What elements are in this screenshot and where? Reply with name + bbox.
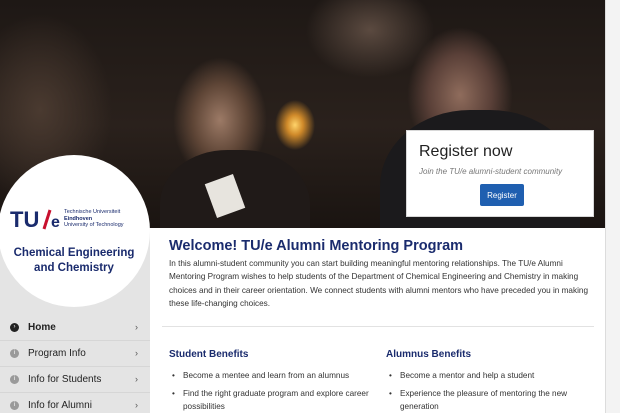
list-item: Become a mentee and learn from an alumnu…: [171, 369, 371, 382]
chevron-right-icon: ›: [135, 374, 138, 384]
info-icon: i: [10, 401, 19, 410]
chevron-right-icon: ›: [135, 348, 138, 358]
student-benefits-list: Become a mentee and learn from an alumnu…: [171, 369, 371, 413]
nav-item-label: Info for Students: [28, 374, 102, 385]
chevron-right-icon: ›: [135, 400, 138, 410]
alumnus-benefits-title: Alumnus Benefits: [386, 349, 472, 360]
section-divider: [162, 326, 594, 327]
intro-paragraph: In this alumni-student community you can…: [169, 259, 589, 308]
university-line-3: University of Technology: [64, 222, 124, 228]
nav-item-info-for-students[interactable]: i Info for Students ›: [0, 367, 150, 393]
list-item: Become a mentor and help a student: [388, 369, 588, 382]
main-content: Welcome! TU/e Alumni Mentoring Program I…: [150, 228, 605, 413]
nav-item-program-info[interactable]: i Program Info ›: [0, 341, 150, 367]
page-scrollbar[interactable]: [605, 0, 620, 413]
university-line-1: Technische Universiteit: [64, 209, 121, 215]
chevron-right-icon: ›: [135, 322, 138, 332]
department-name: Chemical Engineering and Chemistry: [13, 247, 135, 274]
svg-text:e: e: [51, 214, 60, 231]
department-logo[interactable]: TU e Technische Universiteit Eindhoven U…: [0, 155, 150, 307]
register-subtitle: Join the TU/e alumni-student community: [419, 167, 563, 176]
circle-arrow-icon: ›: [10, 323, 19, 332]
register-button[interactable]: Register: [480, 184, 524, 206]
register-card: Register now Join the TU/e alumni-studen…: [406, 130, 594, 217]
page-title: Welcome! TU/e Alumni Mentoring Program: [169, 238, 464, 254]
register-title: Register now: [419, 143, 513, 160]
nav-item-label: Info for Alumni: [28, 400, 92, 411]
info-icon: i: [10, 349, 19, 358]
svg-text:TU: TU: [10, 207, 39, 231]
list-item: Find the right graduate program and expl…: [171, 387, 371, 413]
info-icon: i: [10, 375, 19, 384]
tue-logo-icon: TU e: [10, 207, 60, 231]
student-benefits-title: Student Benefits: [169, 349, 249, 360]
university-name: Technische Universiteit Eindhoven Univer…: [64, 209, 124, 229]
sidebar-nav: › Home › i Program Info › i Info for Stu…: [0, 315, 150, 413]
list-item: Experience the pleasure of mentoring the…: [388, 387, 588, 413]
nav-item-home[interactable]: › Home ›: [0, 315, 150, 341]
nav-item-label: Program Info: [28, 348, 86, 359]
nav-item-label: Home: [28, 322, 56, 333]
alumnus-benefits-list: Become a mentor and help a student Exper…: [388, 369, 588, 413]
nav-item-info-for-alumni[interactable]: i Info for Alumni ›: [0, 393, 150, 413]
